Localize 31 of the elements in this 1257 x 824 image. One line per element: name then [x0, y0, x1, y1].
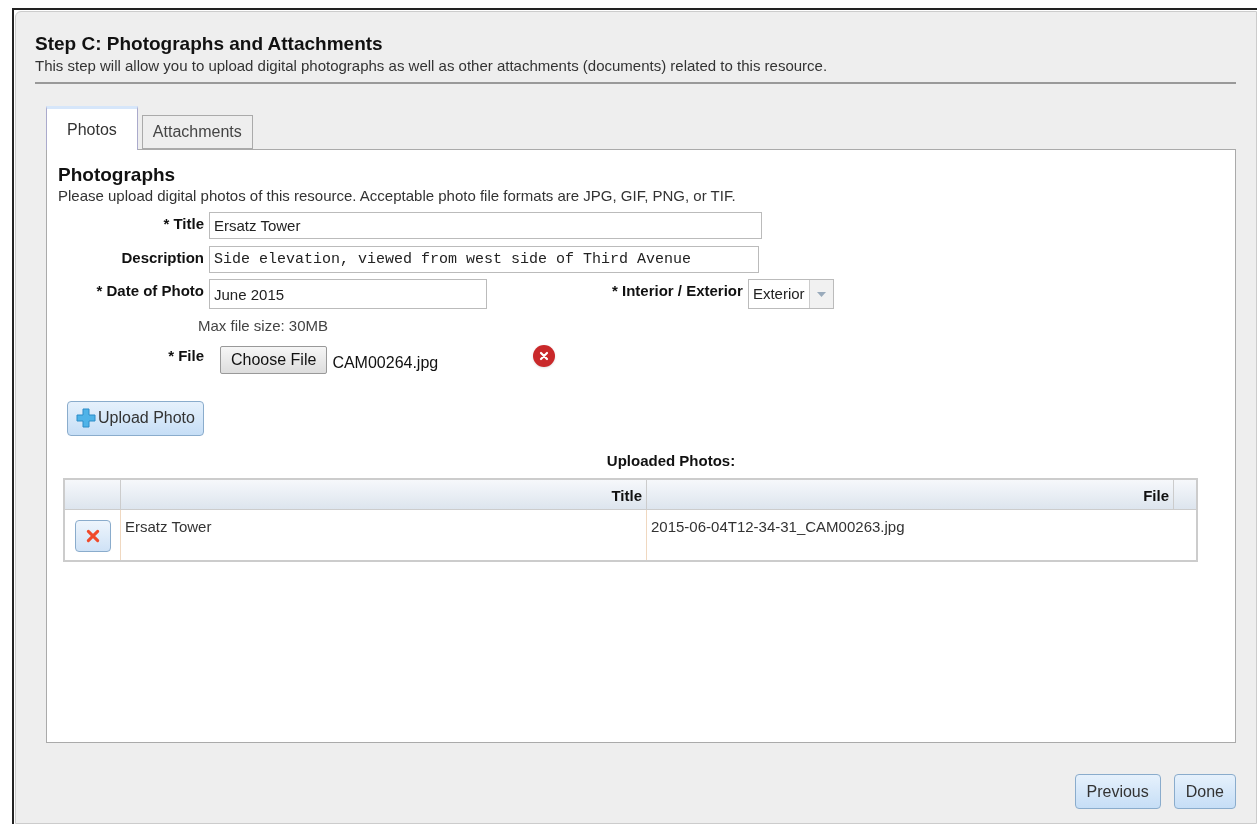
max-file-size: Max file size: 30MB [198, 316, 330, 336]
table-cell-text: 2015-06-04T12-34-31_CAM00263.jpg [650, 517, 906, 537]
plus-icon [76, 408, 96, 428]
section-description: Please upload digital photos of this resource. Acceptable photo file formats are JPG, GIF, PNG, or TIF. [58, 186, 737, 206]
title-field[interactable]: Ersatz Tower [209, 212, 762, 239]
uploaded-photos-title: Uploaded Photos: [605, 450, 737, 471]
step-description: This step will allow you to upload digital photographs as well as other attachments (documents) related to this resource. [35, 56, 829, 76]
description-field[interactable]: Side elevation, viewed from west side of Third Avenue [209, 246, 759, 273]
caret-icon [816, 291, 826, 297]
section-title: Photographs [58, 164, 177, 186]
upload-photo-button[interactable]: Upload Photo [67, 400, 204, 436]
field-label: * File [167, 345, 204, 366]
table-cell: Ersatz Tower [121, 510, 647, 560]
field-label: * Interior / Exterior [612, 281, 743, 301]
close-icon [85, 529, 100, 543]
nav-button[interactable]: Previous [1074, 774, 1161, 809]
column-header: Title [121, 480, 647, 509]
field-label: Description [120, 248, 204, 268]
field-label: * Title [162, 214, 204, 234]
file-name: CAM00264.jpg [332, 352, 439, 373]
field-label: * Date of Photo [95, 281, 204, 301]
remove-file-icon[interactable] [533, 344, 556, 367]
tab[interactable]: Attachments [141, 115, 253, 149]
choose-file-button[interactable]: Choose File [220, 345, 328, 374]
tab[interactable]: Photos [46, 106, 138, 150]
interior-exterior-select[interactable]: Exterior [747, 279, 834, 309]
date-field[interactable]: June 2015 [209, 279, 487, 309]
nav-button[interactable]: Done [1173, 774, 1236, 809]
column-header: File [647, 480, 1174, 509]
step-title: Step C: Photographs and Attachments [35, 32, 384, 56]
delete-row-button[interactable] [74, 520, 111, 552]
